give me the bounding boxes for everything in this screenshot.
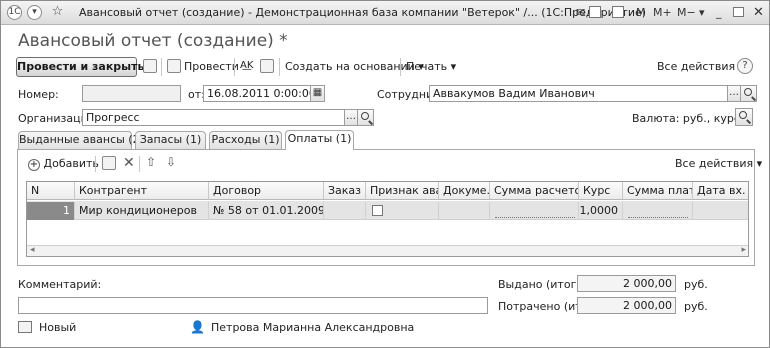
save-icon[interactable] — [143, 59, 157, 73]
tab-expenses[interactable]: Расходы (1) — [209, 131, 282, 149]
add-button[interactable]: + Добавить — [28, 157, 99, 171]
horizontal-scrollbar[interactable]: ◂ ▸ — [27, 245, 748, 256]
number-label: Номер: — [18, 88, 59, 101]
page-title: Авансовый отчет (создание) * — [18, 31, 288, 51]
all-actions-button[interactable]: Все действия ▾ — [657, 60, 744, 73]
calendar-picker-icon[interactable]: ▦ — [310, 85, 325, 102]
column-header[interactable]: Сумма плат... — [623, 182, 693, 200]
app-logo-icon[interactable]: 1C — [7, 5, 22, 20]
column-header[interactable]: Дата вх. до — [693, 182, 748, 200]
tab-stocks[interactable]: Запасы (1) — [135, 131, 206, 149]
mail-icon[interactable]: ✉ — [576, 5, 585, 20]
sum-pay-underline — [628, 217, 688, 218]
employee-select-button[interactable]: … — [727, 85, 741, 102]
document-window: 1C ▾ ☆ Авансовый отчет (создание) - Демо… — [0, 0, 770, 348]
payments-table[interactable]: N Контрагент Договор Заказ Признак ава..… — [26, 181, 749, 257]
minimize-icon[interactable]: _ — [716, 5, 722, 20]
title-bar: 1C ▾ ☆ Авансовый отчет (создание) - Демо… — [1, 1, 769, 25]
comment-label: Комментарий: — [18, 278, 102, 291]
calculator-icon[interactable] — [612, 6, 624, 18]
print-button[interactable]: Печать ▾ — [406, 60, 456, 73]
maximize-icon[interactable] — [733, 7, 744, 17]
search-icon — [739, 111, 747, 119]
spent-currency-label: руб. — [684, 300, 708, 313]
currency-search-button[interactable] — [735, 108, 753, 126]
toolbar-separator — [234, 58, 235, 76]
user-icon: 👤 — [190, 320, 205, 334]
grid-all-actions-button[interactable]: Все действия ▾ — [675, 157, 762, 170]
copy-row-icon[interactable] — [102, 156, 116, 170]
calendar-icon[interactable] — [589, 6, 601, 18]
advance-sign-cell[interactable] — [366, 202, 439, 220]
toolbar-separator — [279, 58, 280, 76]
close-icon[interactable]: ✕ — [753, 5, 764, 20]
advance-sign-checkbox[interactable] — [372, 205, 383, 216]
date-field[interactable]: 16.08.2011 0:00:00 — [203, 85, 311, 102]
organization-select-button[interactable]: … — [344, 109, 358, 126]
post-icon[interactable] — [167, 59, 181, 73]
toolbar-separator — [400, 58, 401, 76]
date-in-cell[interactable] — [693, 202, 748, 220]
column-header[interactable]: Контрагент — [75, 182, 209, 200]
scroll-left-icon[interactable]: ◂ — [30, 245, 35, 255]
spent-total-field: 2 000,00 — [577, 297, 676, 314]
memory-m-button[interactable]: M — [636, 5, 646, 20]
window-title: Авансовый отчет (создание) - Демонстраци… — [79, 6, 647, 19]
row-number-cell[interactable]: 1 — [27, 202, 75, 220]
help-button[interactable]: ? — [737, 58, 753, 74]
employee-search-button[interactable] — [740, 85, 757, 102]
column-header[interactable]: Докуме... — [439, 182, 490, 200]
memory-mminus-button[interactable]: M− — [677, 5, 696, 20]
tab-payments[interactable]: Оплаты (1) — [285, 130, 354, 150]
issued-total-field: 2 000,00 — [577, 275, 676, 292]
issued-currency-label: руб. — [684, 278, 708, 291]
memory-mplus-button[interactable]: M+ — [653, 5, 672, 20]
document-cell[interactable] — [439, 202, 490, 220]
toolbar-separator — [95, 156, 96, 172]
organization-search-button[interactable] — [357, 109, 374, 126]
scroll-right-icon[interactable]: ▸ — [741, 245, 746, 255]
column-header[interactable]: Курс — [579, 182, 623, 200]
column-header[interactable]: Сумма расчетов — [490, 182, 579, 200]
structure-icon[interactable] — [260, 59, 274, 73]
organization-field[interactable]: Прогресс — [82, 109, 345, 126]
create-based-on-button[interactable]: Создать на основании ▾ — [285, 60, 424, 73]
status-text: Новый — [39, 321, 77, 334]
counterparty-cell[interactable]: Мир кондиционеров — [75, 202, 209, 220]
employee-field[interactable]: Аввакумов Вадим Иванович — [429, 85, 728, 102]
document-status-icon — [18, 321, 32, 333]
search-icon — [361, 112, 369, 120]
contract-cell[interactable]: № 58 от 01.01.2009 (р... — [209, 202, 324, 220]
post-button[interactable]: Провести — [184, 60, 239, 73]
issued-label: Выдано (итог): — [498, 278, 585, 291]
chevron-down-icon[interactable]: ▾ — [27, 5, 42, 20]
toolbar-separator — [161, 58, 162, 76]
dropdown-arrow-icon[interactable]: ▾ — [699, 5, 705, 20]
sum-calc-underline — [495, 217, 575, 218]
author-name: Петрова Марианна Александровна — [211, 321, 415, 334]
comment-field[interactable] — [18, 297, 488, 314]
column-header[interactable]: N — [27, 182, 75, 200]
move-up-icon[interactable]: ⇧ — [146, 155, 156, 169]
post-and-close-button[interactable]: Провести и закрыть — [16, 57, 144, 77]
number-field[interactable] — [82, 85, 181, 102]
tab-issued-advances[interactable]: Выданные авансы (2) — [18, 131, 144, 149]
movements-icon[interactable]: A͟K — [240, 60, 253, 71]
column-header[interactable]: Договор — [209, 182, 324, 200]
search-icon — [744, 88, 752, 96]
star-icon[interactable]: ☆ — [50, 5, 65, 20]
add-icon: + — [28, 159, 40, 171]
column-header[interactable]: Заказ — [324, 182, 366, 200]
move-down-icon[interactable]: ⇩ — [166, 155, 176, 169]
delete-row-icon[interactable]: ✕ — [123, 155, 135, 171]
column-header[interactable]: Признак ава... — [366, 182, 439, 200]
toolbar-separator — [139, 156, 140, 172]
order-cell[interactable] — [324, 202, 366, 220]
rate-cell[interactable]: 1,0000 — [579, 202, 623, 220]
